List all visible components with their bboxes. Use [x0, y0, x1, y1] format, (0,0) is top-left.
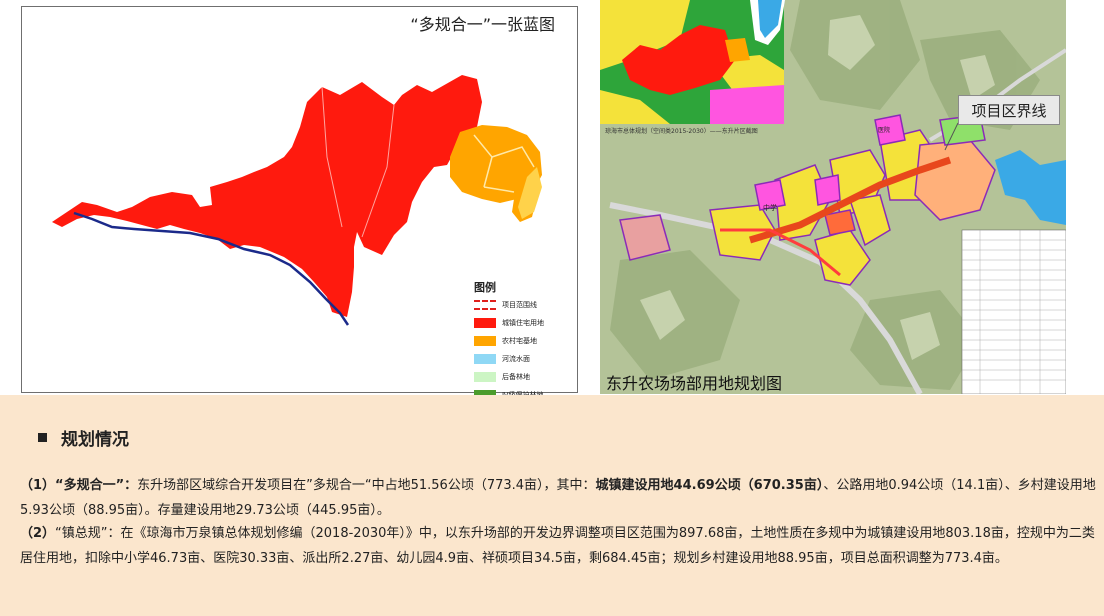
paragraph-text: “镇总规”：在《琼海市万泉镇总体规划修编（2018-2030年）》中，以东升场部…: [20, 526, 1095, 566]
legend-item: 城镇住宅用地: [474, 314, 574, 331]
legend-title: 图例: [474, 281, 496, 294]
legend-item: 农村宅基地: [474, 332, 574, 349]
legend-swatch-urban: [474, 317, 496, 328]
square-bullet-icon: [38, 433, 47, 442]
legend-swatch-reserve-forest: [474, 371, 496, 382]
maps-area: “多规合一”一张蓝图 图例 项目范围线 城镇住宅用地 农村宅基地 河流水面 后备…: [0, 0, 1104, 400]
legend-swatch-project-boundary: [474, 299, 496, 310]
legend-label: 河流水面: [502, 354, 530, 363]
section-heading: 规划情况: [38, 425, 129, 450]
right-map-caption: 东升农场场部用地规划图: [606, 374, 783, 393]
hospital-label: 医院: [878, 126, 890, 134]
paragraph-lead: （1）“多规合一”：: [20, 478, 138, 493]
land-use-plan-map: 中学 医院 琼海市总体规划（空间类2015-2030）——东升片区截图: [600, 0, 1066, 394]
land-use-plan-drawing: 中学 医院: [600, 0, 1066, 394]
map-legend: 图例 项目范围线 城镇住宅用地 农村宅基地 河流水面 后备林地: [474, 279, 574, 403]
legend-label: 农村宅基地: [502, 336, 537, 345]
paragraph-highlight: 城镇建设用地44.69公顷（670.35亩）: [595, 478, 824, 493]
project-boundary-callout: 项目区界线: [958, 95, 1060, 125]
paragraph-lead: （2）: [20, 526, 56, 541]
legend-item: 项目范围线: [474, 296, 574, 313]
paragraph-text: 东升场部区域综合开发项目在”多规合一“中占地51.56公顷（773.4亩），其中…: [137, 478, 596, 493]
legend-label: 项目范围线: [502, 300, 537, 309]
legend-label: 后备林地: [502, 372, 530, 381]
legend-item: 后备林地: [474, 368, 574, 385]
paragraph-multi-plan: （1）“多规合一”：东升场部区域综合开发项目在”多规合一“中占地51.56公顷（…: [20, 473, 1100, 523]
paragraph-town-plan: （2）“镇总规”：在《琼海市万泉镇总体规划修编（2018-2030年）》中，以东…: [20, 521, 1100, 571]
data-table: [961, 229, 1066, 394]
legend-swatch-water: [474, 353, 496, 364]
school-label: 中学: [763, 203, 777, 212]
planning-section: 规划情况 （1）“多规合一”：东升场部区域综合开发项目在”多规合一“中占地51.…: [0, 395, 1104, 616]
legend-label: 城镇住宅用地: [502, 318, 544, 327]
multi-plan-map: “多规合一”一张蓝图 图例 项目范围线 城镇住宅用地 农村宅基地 河流水面 后备…: [21, 6, 578, 400]
section-title: 规划情况: [61, 430, 129, 450]
inset-general-plan: [600, 0, 785, 124]
legend-swatch-rural: [474, 335, 496, 346]
urban-residential-area: [52, 75, 482, 317]
left-map-title: “多规合一”一张蓝图: [410, 15, 555, 34]
inset-caption: 琼海市总体规划（空间类2015-2030）——东升片区截图: [605, 128, 758, 135]
legend-item: 河流水面: [474, 350, 574, 367]
